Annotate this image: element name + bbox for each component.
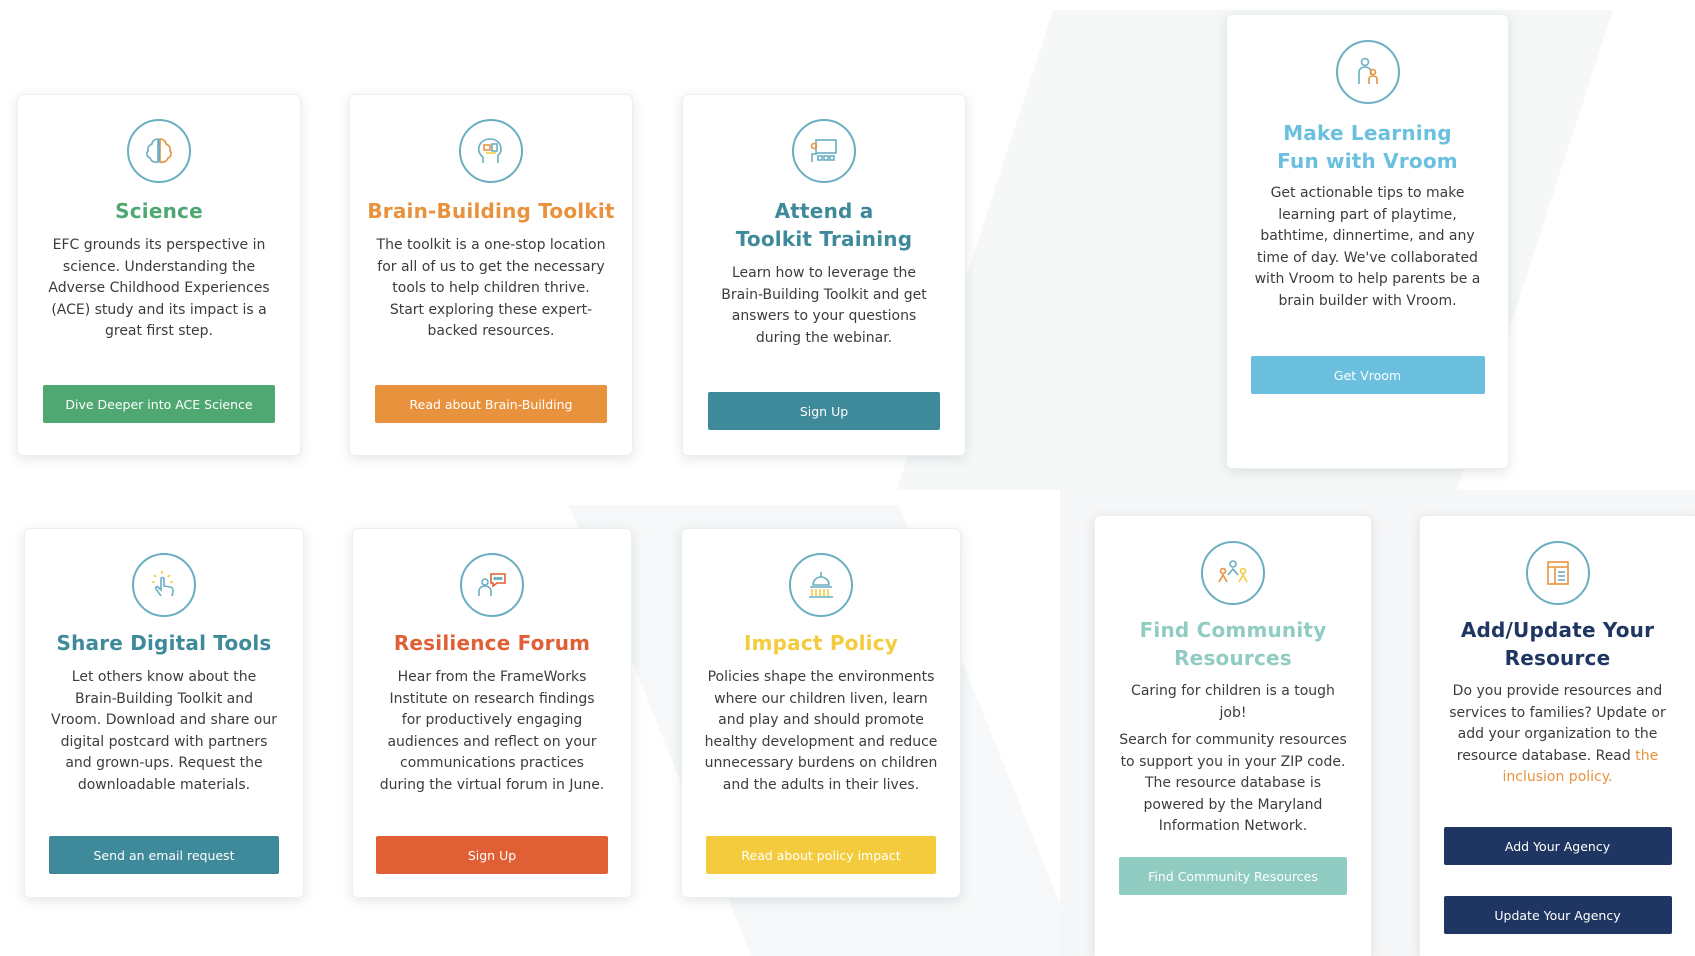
card-description: Let others know about the Brain-Building… — [51, 669, 277, 793]
community-people-icon — [1201, 541, 1265, 605]
dive-deeper-button[interactable]: Dive Deeper into ACE Science — [43, 385, 275, 423]
toolkit-head-icon — [459, 119, 523, 183]
card-title: Attend a Toolkit Training — [735, 199, 913, 251]
card-share: Share Digital Tools Let others know abou… — [24, 528, 304, 898]
add-your-agency-button[interactable]: Add Your Agency — [1443, 827, 1672, 865]
touch-icon — [132, 553, 196, 617]
card-description: Get actionable tips to make learning par… — [1254, 185, 1481, 309]
card-description: Do you provide resources and services to… — [1446, 681, 1669, 789]
discussion-icon — [460, 553, 524, 617]
card-title: Make Learning Fun with Vroom — [1277, 121, 1458, 173]
card-community: Find Community Resources Caring for chil… — [1094, 515, 1372, 956]
card-science: Science EFC grounds its perspective in s… — [17, 94, 301, 456]
update-your-agency-button[interactable]: Update Your Agency — [1443, 896, 1672, 934]
card-description: Learn how to leverage the Brain-Building… — [721, 265, 927, 346]
card-title: Brain-Building Toolkit — [367, 199, 615, 223]
card-title: Find Community Resources — [1139, 618, 1327, 670]
parent-child-icon — [1335, 40, 1400, 104]
card-forum: Resilience Forum Hear from the FrameWork… — [352, 528, 632, 898]
send-email-request-button[interactable]: Send an email request — [49, 836, 279, 874]
find-community-resources-button[interactable]: Find Community Resources — [1119, 857, 1347, 895]
community-detail-text: Search for community resources to suppor… — [1119, 732, 1347, 834]
card-vroom: Make Learning Fun with Vroom Get actiona… — [1226, 14, 1509, 469]
card-policy: Impact Policy Policies shape the environ… — [681, 528, 961, 898]
card-description: EFC grounds its perspective in science. … — [48, 237, 270, 339]
card-title: Add/Update Your Resource — [1460, 618, 1655, 670]
presentation-icon — [792, 119, 856, 183]
document-list-icon — [1525, 541, 1590, 605]
card-description: Caring for children is a tough job! Sear… — [1117, 681, 1349, 838]
community-intro-text: Caring for children is a tough job! — [1131, 683, 1335, 721]
brain-icon — [127, 119, 191, 183]
read-about-brain-building-button[interactable]: Read about Brain-Building — [375, 385, 607, 423]
card-description: Hear from the FrameWorks Institute on re… — [379, 669, 605, 793]
card-toolkit: Brain-Building Toolkit The toolkit is a … — [349, 94, 633, 456]
card-title: Resilience Forum — [393, 631, 591, 655]
agency-description-text: Do you provide resources and services to… — [1449, 683, 1666, 764]
card-description: Policies shape the environments where ou… — [704, 669, 938, 793]
card-training: Attend a Toolkit Training Learn how to l… — [682, 94, 966, 456]
read-about-policy-impact-button[interactable]: Read about policy impact — [706, 836, 936, 874]
card-title: Share Digital Tools — [56, 631, 272, 655]
card-description: The toolkit is a one-stop location for a… — [376, 237, 606, 339]
card-title: Impact Policy — [743, 631, 899, 655]
training-sign-up-button[interactable]: Sign Up — [708, 392, 940, 430]
capitol-icon — [789, 553, 853, 617]
card-title: Science — [115, 199, 203, 223]
forum-sign-up-button[interactable]: Sign Up — [376, 836, 608, 874]
card-agency: Add/Update Your Resource Do you provide … — [1419, 515, 1695, 956]
get-vroom-button[interactable]: Get Vroom — [1250, 356, 1485, 394]
